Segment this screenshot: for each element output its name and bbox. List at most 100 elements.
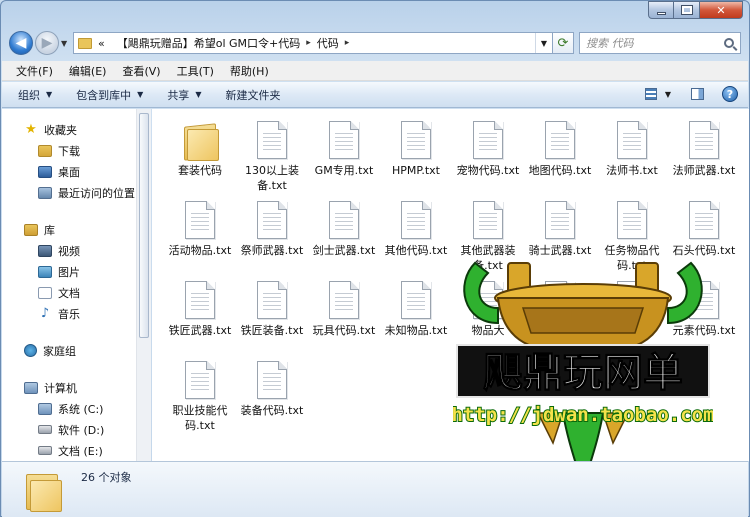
sidebar-item-documents[interactable]: 文档 xyxy=(2,282,136,303)
views-icon[interactable] xyxy=(644,88,657,100)
back-button[interactable]: ◀ xyxy=(9,31,33,55)
menu-help[interactable]: 帮助(H) xyxy=(222,63,277,79)
navigation-pane: ★ 收藏夹 下载 桌面 最近访问的位置 库 视频 图片 文档 ♪ 音乐 家庭组 计算… xyxy=(2,109,136,461)
breadcrumb-segment-1[interactable]: 【飓鼎玩赠品】希望ol GM口令+代码 xyxy=(117,35,301,51)
sidebar-item-pictures[interactable]: 图片 xyxy=(2,261,136,282)
file-item[interactable]: GM专用.txt xyxy=(309,121,379,178)
file-item[interactable]: 玩具代码.txt xyxy=(309,281,379,338)
file-item[interactable]: 未知物品.txt xyxy=(381,281,451,338)
chevron-right-icon[interactable]: ▸ xyxy=(345,38,350,48)
scrollbar-thumb[interactable] xyxy=(139,113,149,338)
menu-view[interactable]: 查看(V) xyxy=(114,63,168,79)
share-label: 共享 xyxy=(167,88,190,102)
file-name: 铁匠武器.txt xyxy=(168,324,232,337)
sidebar-item-favorites[interactable]: ★ 收藏夹 xyxy=(2,119,136,140)
caret-down-icon[interactable]: ▼ xyxy=(665,90,671,99)
file-item[interactable]: 宠物代码.txt xyxy=(453,121,523,178)
file-item[interactable]: 套装代码 xyxy=(165,121,235,178)
close-button[interactable]: ✕ xyxy=(700,1,743,19)
file-name: 其他代码.txt xyxy=(384,244,448,257)
sidebar-item-drive-c[interactable]: 系统 (C:) xyxy=(2,398,136,419)
computer-icon xyxy=(24,381,38,394)
menu-file[interactable]: 文件(F) xyxy=(8,63,61,79)
file-item[interactable]: 装备代码.txt xyxy=(237,361,307,418)
menu-edit[interactable]: 编辑(E) xyxy=(61,63,115,79)
menu-tools[interactable]: 工具(T) xyxy=(169,63,222,79)
folder-icon xyxy=(26,470,62,512)
sidebar-item-drive-d[interactable]: 软件 (D:) xyxy=(2,419,136,440)
sidebar-item-videos[interactable]: 视频 xyxy=(2,240,136,261)
address-dropdown[interactable]: ▼ xyxy=(535,33,552,53)
text-file-icon xyxy=(401,121,431,159)
file-item[interactable]: 石头代码.txt xyxy=(669,201,739,258)
file-item[interactable]: HPMP.txt xyxy=(381,121,451,178)
file-item[interactable]: 铁匠装备.txt xyxy=(237,281,307,338)
item-count: 26 个对象 xyxy=(81,471,132,484)
sidebar-item-computer[interactable]: 计算机 xyxy=(2,377,136,398)
command-bar: 组织 ▼ 包含到库中 ▼ 共享 ▼ 新建文件夹 ▼ ? xyxy=(2,82,748,108)
text-file-icon xyxy=(473,121,503,159)
sidebar-label: 文档 (E:) xyxy=(58,444,103,458)
text-file-icon xyxy=(257,281,287,319)
sidebar-label: 收藏夹 xyxy=(44,123,77,137)
maximize-button[interactable] xyxy=(674,1,700,19)
file-item[interactable]: 130以上装备.txt xyxy=(237,121,307,193)
file-name: GM专用.txt xyxy=(314,164,374,177)
file-name: 宠物代码.txt xyxy=(456,164,520,177)
caption-buttons: ✕ xyxy=(648,1,743,19)
breadcrumb-segment-2[interactable]: 代码 xyxy=(317,35,339,51)
file-item[interactable]: 其他代码.txt xyxy=(381,201,451,258)
sidebar-item-libraries[interactable]: 库 xyxy=(2,219,136,240)
refresh-button[interactable]: ⟳ xyxy=(552,32,574,54)
search-box[interactable]: 搜索 代码 xyxy=(579,32,741,54)
file-item[interactable]: 骑士武器.txt xyxy=(525,201,595,258)
recent-pages-dropdown[interactable]: ▼ xyxy=(61,39,71,48)
sidebar-item-drive-e[interactable]: 文档 (E:) xyxy=(2,440,136,461)
file-name: 铁匠装备.txt xyxy=(240,324,304,337)
file-item[interactable]: 法师书.txt xyxy=(597,121,667,178)
preview-pane-icon[interactable] xyxy=(691,88,704,100)
sidebar-item-music[interactable]: ♪ 音乐 xyxy=(2,303,136,324)
file-item[interactable]: 地图代码.txt xyxy=(525,121,595,178)
sidebar-label: 图片 xyxy=(58,265,80,279)
minimize-button[interactable] xyxy=(648,1,674,19)
sidebar-item-desktop[interactable]: 桌面 xyxy=(2,161,136,182)
text-file-icon xyxy=(329,121,359,159)
include-library-button[interactable]: 包含到库中 ▼ xyxy=(76,87,143,103)
text-file-icon xyxy=(257,121,287,159)
navigation-scrollbar[interactable] xyxy=(136,109,151,461)
details-pane: 26 个对象 xyxy=(2,461,748,517)
sidebar-label: 计算机 xyxy=(44,381,77,395)
organize-button[interactable]: 组织 ▼ xyxy=(18,87,52,103)
text-file-icon xyxy=(545,121,575,159)
address-bar[interactable]: « 【飓鼎玩赠品】希望ol GM口令+代码 ▸ 代码 ▸ ▼ ⟳ xyxy=(73,32,574,54)
sidebar-label: 系统 (C:) xyxy=(58,402,104,416)
file-item[interactable]: 剑士武器.txt xyxy=(309,201,379,258)
file-item[interactable]: 祭师武器.txt xyxy=(237,201,307,258)
refresh-icon: ⟳ xyxy=(557,35,569,51)
share-button[interactable]: 共享 ▼ xyxy=(167,87,201,103)
address-overflow[interactable]: « xyxy=(98,37,105,50)
file-name: 地图代码.txt xyxy=(528,164,592,177)
chevron-right-icon[interactable]: ▸ xyxy=(306,38,311,48)
file-item[interactable]: 职业技能代码.txt xyxy=(165,361,235,433)
text-file-icon xyxy=(185,281,215,319)
sidebar-item-homegroup[interactable]: 家庭组 xyxy=(2,340,136,361)
folder-icon xyxy=(183,121,219,161)
file-item[interactable]: 法师武器.txt xyxy=(669,121,739,178)
file-name: 套装代码 xyxy=(178,164,222,177)
file-name: 法师武器.txt xyxy=(672,164,736,177)
text-file-icon xyxy=(329,281,359,319)
command-bar-right: ▼ ? xyxy=(644,86,738,102)
search-input[interactable]: 搜索 代码 xyxy=(586,35,634,51)
sidebar-item-downloads[interactable]: 下载 xyxy=(2,140,136,161)
sidebar-label: 家庭组 xyxy=(43,344,76,358)
search-icon[interactable] xyxy=(724,38,734,48)
file-name: 职业技能代码.txt xyxy=(172,404,228,432)
new-folder-button[interactable]: 新建文件夹 xyxy=(225,87,280,103)
file-item[interactable]: 铁匠武器.txt xyxy=(165,281,235,338)
forward-button[interactable]: ▶ xyxy=(35,31,59,55)
sidebar-item-recent[interactable]: 最近访问的位置 xyxy=(2,182,136,203)
file-item[interactable]: 活动物品.txt xyxy=(165,201,235,258)
help-icon[interactable]: ? xyxy=(722,86,738,102)
